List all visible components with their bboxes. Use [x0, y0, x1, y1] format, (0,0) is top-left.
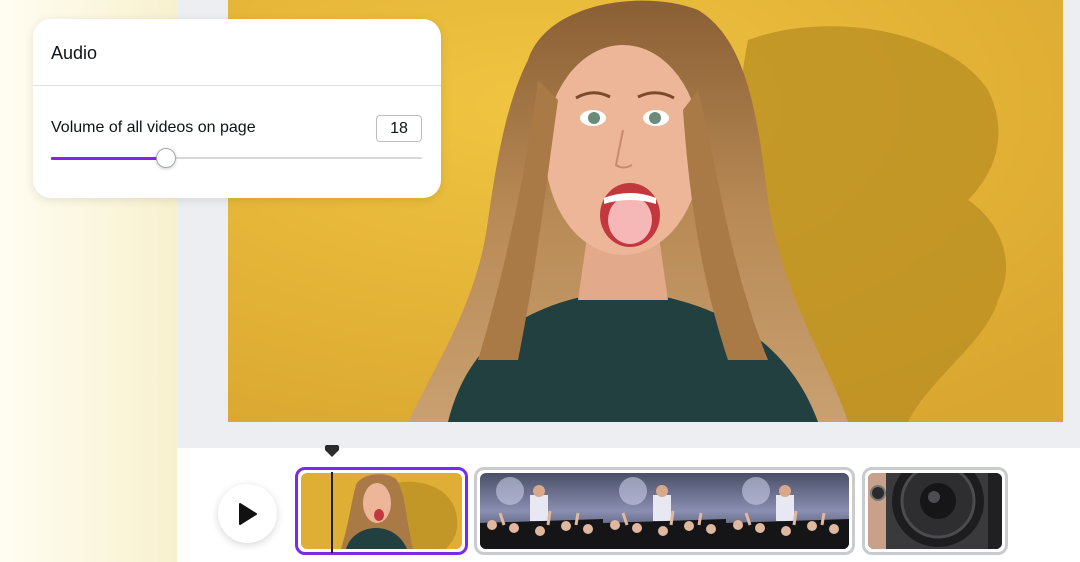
playhead-line[interactable] [331, 472, 333, 553]
timeline-clip-speaker[interactable] [862, 467, 1008, 555]
timeline-clip-concert[interactable] [474, 467, 855, 555]
panel-divider [33, 85, 441, 86]
audio-panel-title: Audio [51, 43, 98, 63]
clip-thumbnail [480, 473, 849, 549]
playhead-marker-icon[interactable] [324, 444, 340, 458]
play-icon [239, 503, 257, 525]
volume-label: Volume of all videos on page [51, 119, 256, 136]
clip-thumbnail [868, 473, 1002, 549]
volume-slider[interactable] [51, 148, 422, 168]
volume-slider-thumb[interactable] [156, 148, 176, 168]
play-button[interactable] [218, 484, 277, 543]
volume-value-input[interactable]: 18 [376, 115, 422, 142]
timeline-clip-woman[interactable] [295, 467, 468, 555]
clip-thumbnail [301, 473, 462, 549]
volume-slider-fill [51, 156, 166, 160]
audio-panel: Audio Volume of all videos on page 18 [33, 19, 441, 198]
